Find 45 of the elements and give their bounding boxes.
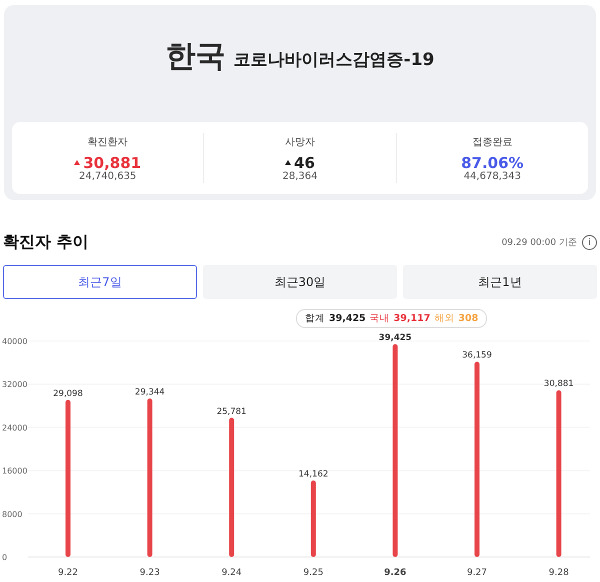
up-arrow-icon bbox=[74, 160, 80, 165]
y-axis-label: 0 bbox=[2, 553, 8, 562]
up-arrow-icon bbox=[285, 160, 292, 165]
bar-value-label: 29,344 bbox=[134, 388, 165, 398]
info-icon[interactable]: i bbox=[582, 235, 597, 250]
stat-total: 24,740,635 bbox=[79, 170, 136, 182]
bar[interactable] bbox=[556, 390, 562, 557]
x-axis-label: 9.26 bbox=[384, 568, 406, 578]
period-tab[interactable]: 최근30일 bbox=[203, 265, 397, 299]
stat-total: 28,364 bbox=[282, 170, 318, 182]
stat-value: 46 bbox=[294, 154, 315, 170]
x-axis-label: 9.25 bbox=[303, 568, 324, 578]
stat-label: 확진환자 bbox=[88, 136, 128, 148]
tooltip: 합계 39,425 국내 39,117 해외 308 bbox=[296, 309, 488, 328]
stat-value: 30,881 bbox=[83, 154, 142, 170]
bar[interactable] bbox=[147, 398, 152, 557]
x-axis-label: 9.22 bbox=[58, 568, 78, 578]
stat-label: 접종완료 bbox=[472, 136, 512, 148]
bar[interactable] bbox=[392, 344, 398, 557]
stat-label: 사망자 bbox=[284, 136, 315, 148]
y-axis-label: 16000 bbox=[2, 466, 28, 476]
stat-value: 87.06% bbox=[461, 154, 524, 170]
bar[interactable] bbox=[229, 418, 234, 557]
bar[interactable] bbox=[310, 480, 316, 557]
bar-value-label: 36,159 bbox=[462, 350, 492, 361]
period-tab[interactable]: 최근1년 bbox=[403, 265, 597, 299]
bar-value-label: 29,098 bbox=[53, 388, 83, 399]
x-axis-label: 9.23 bbox=[140, 568, 160, 578]
period-tab[interactable]: 최근7일 bbox=[3, 265, 197, 299]
y-axis-label: 32000 bbox=[2, 380, 28, 390]
bar-value-label: 25,781 bbox=[216, 406, 246, 417]
section-title: 확진자 추이 bbox=[3, 232, 89, 253]
y-axis-label: 24000 bbox=[2, 423, 28, 432]
y-axis-label: 40000 bbox=[2, 337, 28, 346]
bar-value-label: 30,881 bbox=[544, 379, 574, 390]
x-axis-label: 9.24 bbox=[222, 568, 242, 578]
y-axis-label: 8000 bbox=[2, 510, 22, 519]
stat-total: 44,678,343 bbox=[464, 170, 521, 182]
x-axis-label: 9.28 bbox=[548, 568, 569, 578]
timestamp: 09.29 00:00 기준 bbox=[502, 237, 577, 249]
bar-value-label: 39,425 bbox=[378, 333, 412, 344]
x-axis-label: 9.27 bbox=[466, 568, 488, 578]
bar-value-label: 14,162 bbox=[298, 470, 328, 480]
disease-title: 코로나바이러스감염증-19 bbox=[234, 49, 434, 71]
country-title: 한국 bbox=[166, 38, 226, 76]
